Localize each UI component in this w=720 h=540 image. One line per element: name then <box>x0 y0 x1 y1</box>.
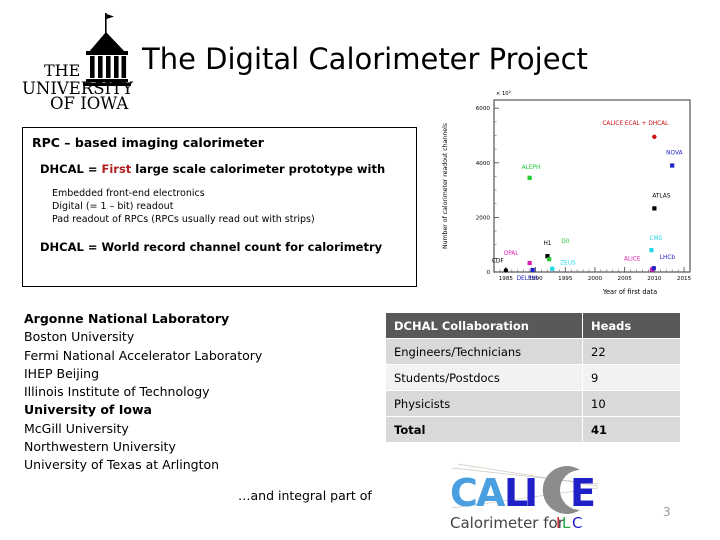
textbox-sub-prefix: DHCAL = <box>40 162 102 176</box>
cell-count: 41 <box>582 416 681 443</box>
list-item: Argonne National Laboratory <box>24 311 230 326</box>
data-point <box>652 206 657 211</box>
page-title: The Digital Calorimeter Project <box>142 42 588 76</box>
svg-text:1995: 1995 <box>558 276 573 282</box>
textbox-footer: DHCAL = World record channel count for c… <box>40 240 383 254</box>
svg-text:2010: 2010 <box>647 276 662 282</box>
table-row: Engineers/Technicians 22 <box>385 338 681 365</box>
cell-count: 22 <box>582 338 681 365</box>
svg-text:2000: 2000 <box>476 215 491 221</box>
svg-text:OF IOWA: OF IOWA <box>50 94 129 110</box>
textbox-bullet-list: Embedded front-end electronics Digital (… <box>30 187 409 226</box>
list-item: Fermi National Accelerator Laboratory <box>24 347 263 363</box>
list-item: Digital (= 1 – bit) readout <box>52 201 174 212</box>
footer-note: …and integral part of <box>238 488 372 503</box>
textbox-sub-suffix: large scale calorimeter prototype with <box>131 162 386 176</box>
rpc-calorimeter-textbox: RPC – based imaging calorimeter DHCAL = … <box>22 127 417 287</box>
data-point <box>530 267 535 273</box>
data-point-label: ALEPH <box>522 165 541 171</box>
data-point-label: D0 <box>561 239 569 245</box>
calice-tagline-part: Calorimeter for <box>450 514 565 532</box>
textbox-sub-highlight: First <box>101 162 132 176</box>
data-point <box>547 257 552 262</box>
data-point <box>651 266 656 271</box>
data-point-label: CDF <box>492 258 504 264</box>
table-row: Physicists 10 <box>385 390 681 417</box>
page-number: 3 <box>663 505 671 519</box>
svg-text:2000: 2000 <box>588 276 603 282</box>
svg-text:2015: 2015 <box>677 276 692 282</box>
list-item: Embedded front-end electronics <box>52 188 205 199</box>
data-point <box>670 163 675 168</box>
cell-role: Total <box>385 416 583 443</box>
cell-role: Students/Postdocs <box>385 364 583 391</box>
column-header-collaboration: DCHAL Collaboration <box>385 312 583 339</box>
list-item: Pad readout of RPCs (RPCs usually read o… <box>52 214 315 225</box>
textbox-subheading: DHCAL = First large scale calorimeter pr… <box>40 162 409 176</box>
data-point-label: OPAL <box>504 251 520 257</box>
table-row-total: Total 41 <box>385 416 681 443</box>
data-point-label: H1 <box>543 241 551 247</box>
svg-text:THE: THE <box>44 61 80 80</box>
data-point-label: ATLAS <box>652 193 670 199</box>
table-row: Students/Postdocs 9 <box>385 364 681 391</box>
data-point <box>652 134 657 140</box>
svg-text:Number of calorimeter readout: Number of calorimeter readout channels <box>442 123 449 249</box>
collaboration-table: DCHAL Collaboration Heads Engineers/Tech… <box>385 312 681 443</box>
list-item: Northwestern University <box>24 439 176 455</box>
data-point-label: LHCb <box>660 255 676 261</box>
calice-logo: CALIE Calorimeter for ILC <box>448 458 634 536</box>
institution-list: Argonne National Laboratory Boston Unive… <box>24 310 354 475</box>
list-item: McGill University <box>24 420 129 436</box>
svg-text:1985: 1985 <box>499 276 514 282</box>
university-of-iowa-logo: THE UNIVERSITY OF IOWA <box>22 10 152 110</box>
list-item: University of Texas at Arlington <box>24 457 220 473</box>
readout-channels-scatter-chart: 0 2000 4000 6000 1985 1990 1995 2000 2005 2010 20… <box>430 86 712 298</box>
svg-text:2005: 2005 <box>618 276 633 282</box>
calice-letter: C <box>450 471 478 515</box>
column-header-heads: Heads <box>582 312 681 339</box>
svg-text:× 102: × 102 <box>496 89 512 97</box>
calice-tagline-part: I <box>556 514 560 532</box>
data-point-label: NOVA <box>666 151 682 157</box>
data-point-label: DELPHI <box>517 276 538 282</box>
svg-text:4000: 4000 <box>476 161 491 167</box>
svg-text:0: 0 <box>486 270 490 276</box>
data-point-label: ALICE <box>624 257 641 263</box>
data-point-label: ZEUS <box>560 261 576 267</box>
textbox-heading: RPC – based imaging calorimeter <box>32 135 264 150</box>
calice-tagline-part: L <box>562 514 571 532</box>
calice-letter: E <box>570 471 596 515</box>
data-point <box>550 266 555 271</box>
calice-tagline-part: C <box>572 514 582 532</box>
data-point <box>527 175 532 180</box>
svg-text:Year of first data: Year of first data <box>602 288 657 296</box>
list-item: University of Iowa <box>24 402 152 418</box>
data-point <box>649 248 654 253</box>
table-header-row: DCHAL Collaboration Heads <box>385 312 681 339</box>
svg-text:6000: 6000 <box>476 106 491 112</box>
cell-count: 9 <box>582 364 681 391</box>
slide-canvas: THE UNIVERSITY OF IOWA The Digital Calor… <box>0 0 720 540</box>
data-point-label: CALICE ECAL + DHCAL <box>602 121 669 127</box>
cell-role: Physicists <box>385 390 583 417</box>
data-point-label: CMS <box>649 236 662 242</box>
cell-role: Engineers/Technicians <box>385 338 583 365</box>
calice-letter: A <box>476 471 506 515</box>
data-point <box>503 268 509 273</box>
list-item: Boston University <box>24 329 135 345</box>
list-item: Illinois Institute of Technology <box>24 384 210 400</box>
list-item: IHEP Beijing <box>24 365 100 381</box>
data-point <box>527 260 532 266</box>
calice-letter: I <box>524 471 538 515</box>
cell-count: 10 <box>582 390 681 417</box>
